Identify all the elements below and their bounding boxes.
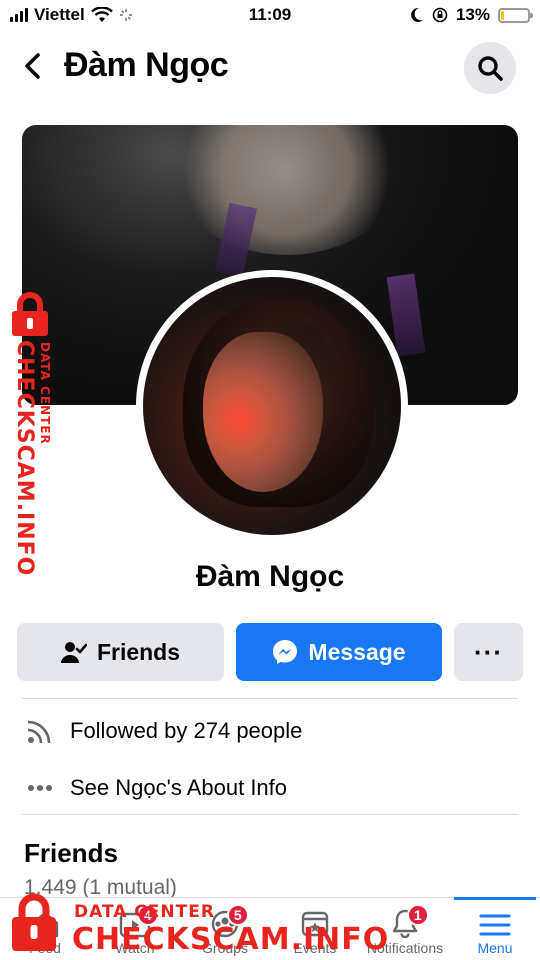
friends-button[interactable]: Friends xyxy=(17,623,224,681)
search-button[interactable] xyxy=(464,42,516,94)
tab-menu[interactable]: Menu xyxy=(450,897,540,960)
friend-check-icon xyxy=(60,642,87,663)
message-button[interactable]: Message xyxy=(236,623,442,681)
watermark-brand: CHECKSCAM.INFO xyxy=(72,922,390,957)
battery-icon xyxy=(498,7,533,23)
friends-button-label: Friends xyxy=(96,638,181,665)
followed-by-text: Followed by 274 people xyxy=(70,718,303,743)
watermark-horizontal: DATA CENTER CHECKSCAM.INFO xyxy=(6,886,388,960)
page-title: Đàm Ngọc xyxy=(64,46,229,84)
messenger-icon xyxy=(273,640,298,664)
more-options-button[interactable]: ··· xyxy=(454,623,523,681)
orientation-lock-icon xyxy=(432,7,448,23)
followed-by-row[interactable]: Followed by 274 people xyxy=(22,709,518,753)
menu-icon xyxy=(479,914,511,936)
profile-name: Đàm Ngọc xyxy=(195,560,345,593)
moon-icon xyxy=(411,7,423,22)
watermark-tagline: DATA CENTER xyxy=(74,902,215,922)
back-icon xyxy=(25,53,40,79)
rss-icon xyxy=(22,713,58,749)
more-icon: ··· xyxy=(474,636,503,667)
battery-level xyxy=(501,10,504,20)
message-button-label: Message xyxy=(308,638,406,665)
divider xyxy=(22,698,518,699)
search-icon xyxy=(478,56,503,81)
about-info-row[interactable]: See Ngọc's About Info xyxy=(22,766,518,810)
profile-header: Đàm Ngọc xyxy=(0,36,540,98)
about-info-text: See Ngọc's About Info xyxy=(70,775,288,800)
notifications-badge: 1 xyxy=(406,904,429,926)
status-bar: Viettel 11:09 13% xyxy=(0,0,540,32)
avatar-detail xyxy=(203,332,323,492)
profile-picture[interactable] xyxy=(136,270,408,542)
avatar xyxy=(143,277,401,535)
watermark-brand: CHECKSCAM.INFO xyxy=(12,340,37,577)
watermark-vertical: CHECKSCAM.INFO DATA CENTER xyxy=(2,292,58,576)
cover-detail xyxy=(172,125,402,255)
status-right: 13% xyxy=(410,5,533,25)
ellipsis-icon xyxy=(22,770,58,806)
friends-section-title: Friends xyxy=(24,838,118,868)
divider xyxy=(22,814,518,815)
back-button[interactable] xyxy=(18,49,48,83)
profile-actions: Friends Message ··· xyxy=(17,623,523,681)
tab-label: Menu xyxy=(477,940,513,956)
lock-icon xyxy=(12,893,56,951)
lock-icon xyxy=(12,292,48,336)
watermark-tagline: DATA CENTER xyxy=(38,342,52,445)
battery-percent: 13% xyxy=(455,5,490,24)
